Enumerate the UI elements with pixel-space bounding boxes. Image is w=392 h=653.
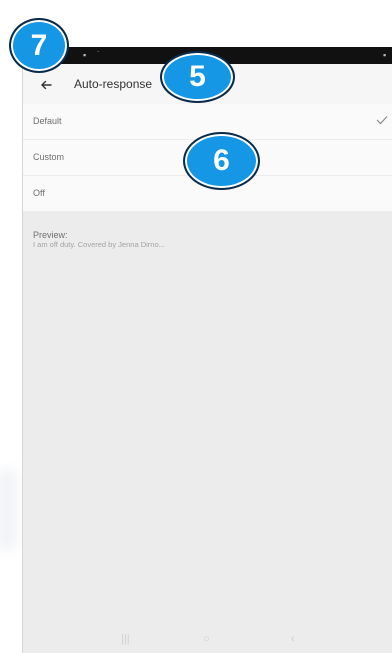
notification-icon: ▪: [83, 50, 87, 60]
screenshot-root: ▪ ˙ ▪ Auto-response Default Custom Off P…: [0, 0, 392, 653]
preview-section: Preview: I am off duty. Covered by Jenna…: [33, 230, 363, 250]
recents-button[interactable]: |||: [121, 631, 130, 647]
callout-badge: 5: [160, 51, 235, 103]
option-label: Custom: [33, 152, 65, 162]
home-button[interactable]: ○: [203, 631, 210, 647]
navigation-bar: ||| ○ ‹: [23, 625, 392, 653]
option-label: Default: [33, 116, 62, 126]
callout-badge: 6: [183, 132, 260, 190]
nav-back-button[interactable]: ‹: [291, 631, 295, 647]
option-label: Off: [33, 188, 45, 198]
battery-icon: ▪: [383, 50, 387, 60]
page-title: Auto-response: [74, 77, 153, 91]
callout-badge: 7: [9, 18, 69, 73]
background-glow: [0, 470, 24, 550]
signal-icon: ˙: [97, 50, 100, 60]
arrow-left-icon: [41, 80, 52, 90]
preview-text: I am off duty. Covered by Jenna Dirno...: [33, 240, 165, 249]
preview-title: Preview:: [33, 230, 68, 240]
checkmark-icon: [376, 116, 388, 125]
back-button[interactable]: [33, 72, 59, 98]
